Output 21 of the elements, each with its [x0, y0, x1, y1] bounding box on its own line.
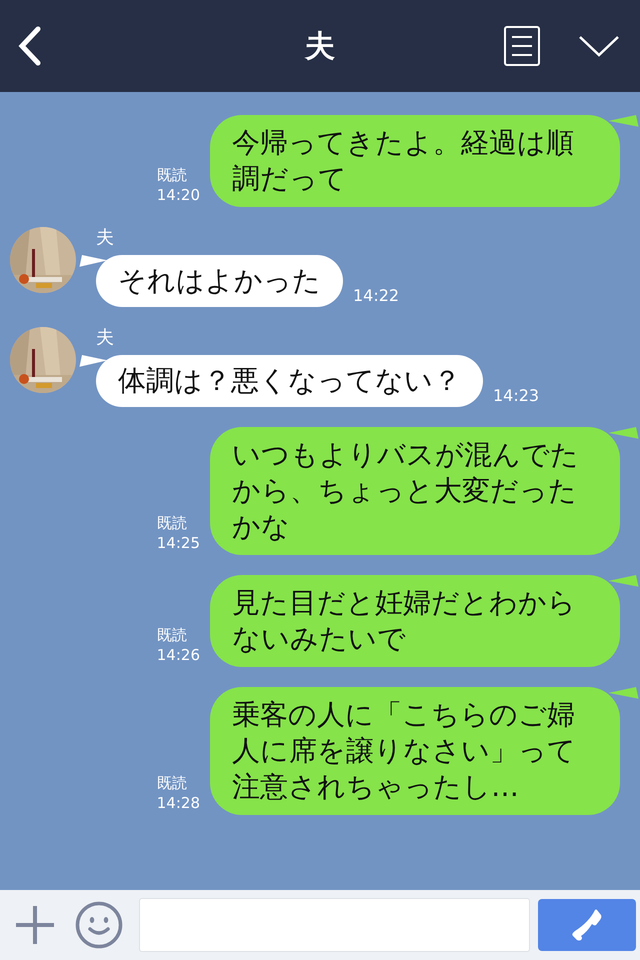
smiley-icon[interactable]: [75, 901, 123, 949]
timestamp: 14:20: [156, 185, 200, 205]
read-receipt: 既読: [156, 165, 188, 185]
read-receipt: 既読: [156, 773, 188, 793]
phone-icon: [571, 908, 603, 942]
timestamp: 14:23: [493, 386, 540, 405]
read-receipt: 既読: [156, 513, 188, 533]
message-input-field[interactable]: [139, 898, 530, 952]
menu-icon[interactable]: [504, 26, 540, 66]
timestamp: 14:22: [353, 286, 400, 305]
chevron-down-icon[interactable]: [578, 35, 620, 57]
timestamp: 14:26: [156, 645, 200, 665]
back-icon[interactable]: [16, 26, 42, 66]
sender-name: 夫: [96, 327, 115, 349]
timestamp: 14:28: [156, 793, 200, 813]
sender-name: 夫: [96, 227, 115, 249]
call-button[interactable]: [538, 899, 636, 951]
chat-title: 夫: [304, 28, 336, 66]
timestamp: 14:25: [156, 533, 200, 553]
plus-icon[interactable]: [15, 905, 55, 945]
read-receipt: 既読: [156, 625, 188, 645]
